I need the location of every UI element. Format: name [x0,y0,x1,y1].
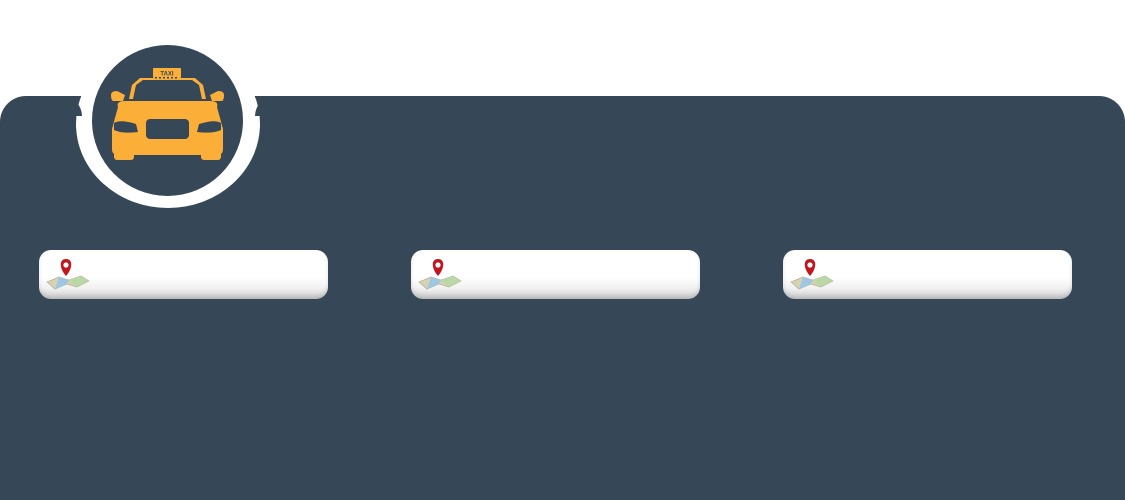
location-input-1[interactable] [95,258,316,292]
map-pin-icon [790,259,834,290]
page: TAXI [0,0,1125,500]
location-field-3[interactable] [783,250,1072,299]
map-pin-icon [46,259,90,290]
map-pin-icon [418,259,462,290]
taxi-logo: TAXI [92,45,243,196]
taxi-sign-text: TAXI [160,72,174,78]
location-field-1[interactable] [39,250,328,299]
location-field-2[interactable] [411,250,700,299]
taxi-icon: TAXI [111,68,224,160]
location-input-3[interactable] [839,258,1060,292]
location-input-2[interactable] [467,258,688,292]
